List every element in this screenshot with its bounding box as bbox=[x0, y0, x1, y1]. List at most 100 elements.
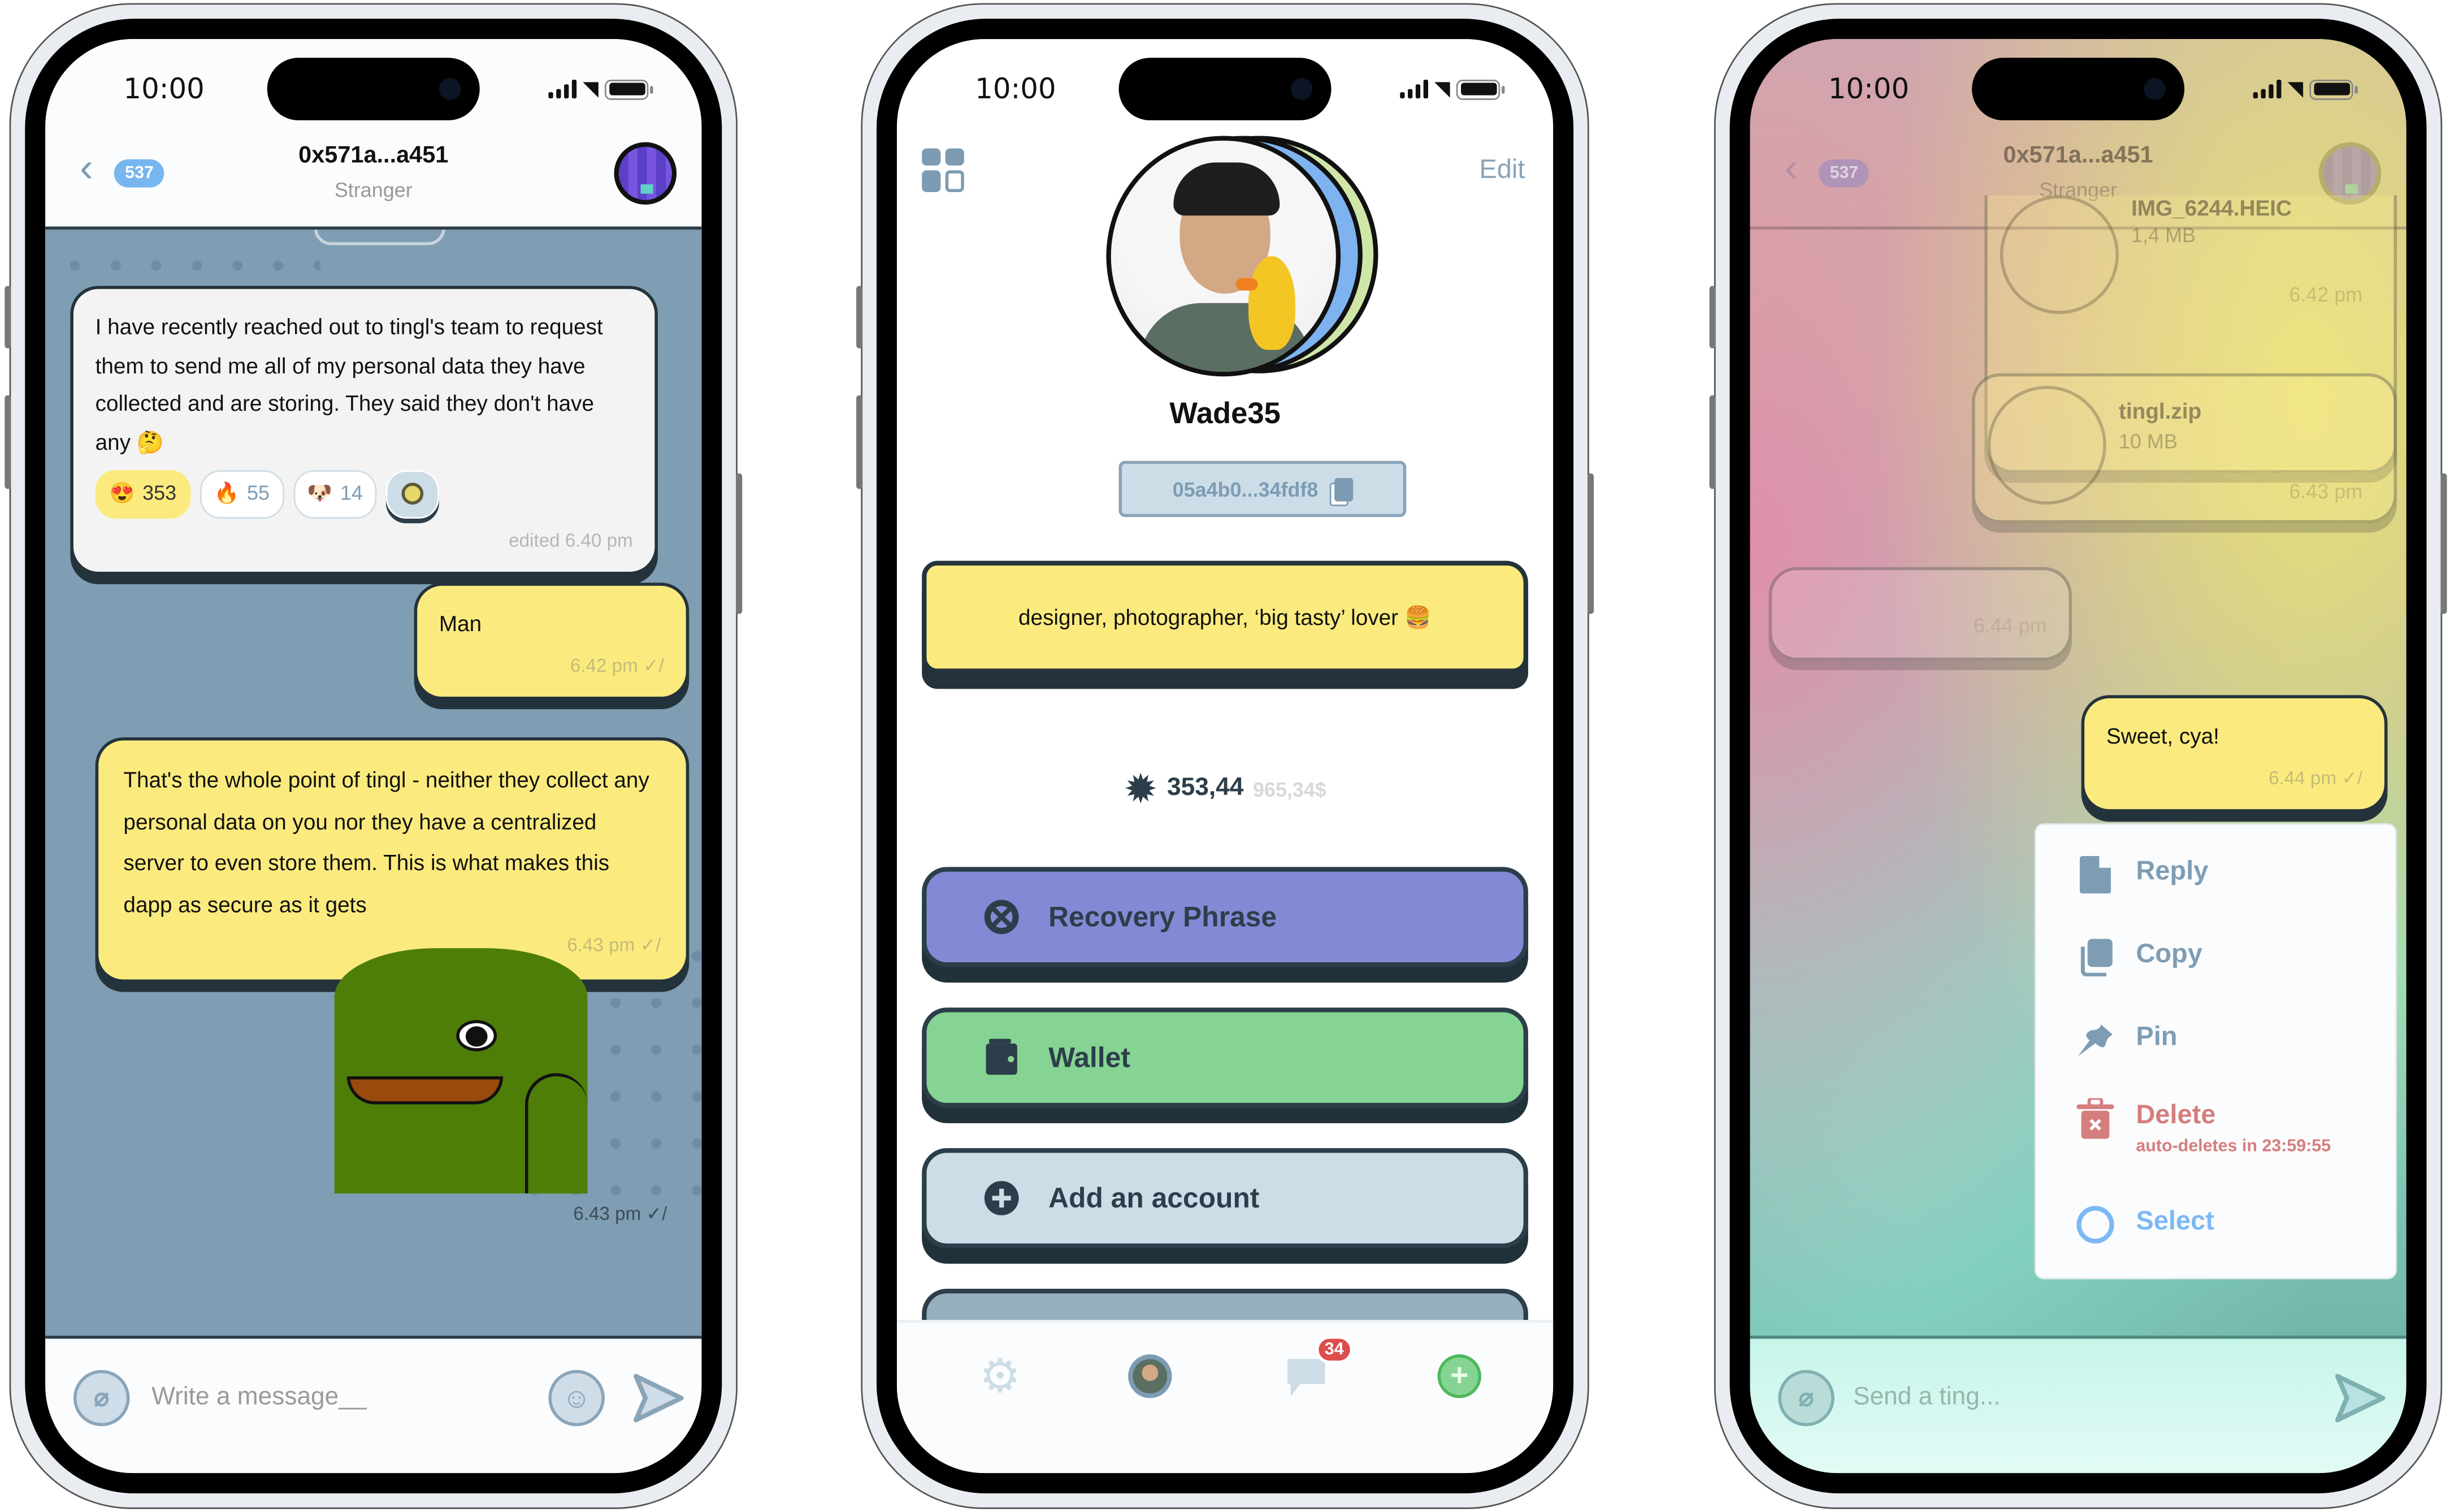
menu-label: Select bbox=[2136, 1206, 2214, 1236]
menu-item-reply[interactable]: Reply bbox=[2076, 856, 2209, 894]
mockup-stage: 10:00 ◥ ‹ 537 0x571a...a451 Stranger I h… bbox=[0, 0, 2450, 1512]
tab-new[interactable]: + bbox=[1434, 1351, 1484, 1401]
phone-context-menu: 10:00 ◥ ‹ 537 0x571a...a451 Stranger IMG… bbox=[1709, 3, 2447, 1509]
plus-circle-icon: + bbox=[1437, 1354, 1481, 1398]
coin-icon bbox=[402, 483, 424, 505]
signal-icon bbox=[1400, 79, 1428, 99]
reaction-fire[interactable]: 🔥 55 bbox=[200, 470, 284, 518]
side-button bbox=[5, 285, 11, 349]
side-button bbox=[1709, 285, 1716, 349]
message-list[interactable]: I have recently reached out to tingl's t… bbox=[45, 229, 702, 1336]
profile-screen: 10:00 ◥ Edit Wade35 05a4b0...34fdf8 desi… bbox=[896, 39, 1554, 1474]
reaction-emoji: 😍 bbox=[109, 481, 135, 505]
profile-avatar[interactable] bbox=[1106, 136, 1381, 377]
phone-chat: 10:00 ◥ ‹ 537 0x571a...a451 Stranger I h… bbox=[5, 3, 743, 1509]
message-outgoing[interactable]: That's the whole point of tingl - neithe… bbox=[95, 737, 690, 982]
message-incoming[interactable]: I have recently reached out to tingl's t… bbox=[70, 285, 658, 575]
add-account-button[interactable]: Add an account bbox=[922, 1148, 1528, 1248]
signal-icon bbox=[548, 79, 577, 99]
avatar-image bbox=[1106, 136, 1341, 377]
read-check-icon: ✓/ bbox=[643, 654, 664, 676]
wifi-icon: ◥ bbox=[2287, 76, 2304, 100]
recovery-phrase-button[interactable]: Recovery Phrase bbox=[922, 867, 1528, 967]
image-thumbnail bbox=[2000, 195, 2119, 314]
read-check-icon: ✓/ bbox=[646, 1202, 667, 1225]
chat-title: 0x571a...a451 bbox=[2003, 142, 2153, 169]
reaction-heart-eyes[interactable]: 😍 353 bbox=[95, 470, 190, 518]
emoji-smile-icon[interactable]: ☺ bbox=[548, 1370, 605, 1427]
message-outgoing[interactable]: Man 6.42 pm ✓/ bbox=[414, 583, 690, 700]
battery-icon bbox=[2309, 79, 2358, 99]
menu-label: Copy bbox=[2136, 939, 2202, 969]
message-input[interactable]: Send a ting... bbox=[1853, 1384, 2001, 1413]
message-time: 6.42 pm bbox=[2289, 283, 2363, 306]
phone-profile: 10:00 ◥ Edit Wade35 05a4b0...34fdf8 desi… bbox=[856, 3, 1594, 1509]
token-star-icon: ✹ bbox=[1124, 765, 1158, 813]
send-icon[interactable] bbox=[630, 1370, 686, 1427]
message-dimmed: 6.44 pm bbox=[1768, 567, 2072, 661]
copy-icon bbox=[2076, 939, 2114, 976]
edit-button[interactable]: Edit bbox=[1479, 155, 1525, 186]
tip-coin-button[interactable] bbox=[386, 470, 440, 518]
menu-item-pin[interactable]: Pin bbox=[2076, 1022, 2177, 1059]
tab-profile[interactable] bbox=[1125, 1351, 1175, 1401]
sticker-pepe[interactable] bbox=[334, 948, 588, 1194]
side-button bbox=[856, 395, 863, 489]
side-button bbox=[1709, 395, 1716, 489]
send-icon[interactable] bbox=[2331, 1370, 2388, 1427]
menu-item-select[interactable]: Select bbox=[2076, 1206, 2214, 1244]
menu-label: Wallet bbox=[1048, 1041, 1130, 1072]
attach-paperclip-icon[interactable]: ⌀ bbox=[73, 1370, 130, 1427]
camera-icon bbox=[1290, 78, 1313, 100]
selected-message[interactable]: Sweet, cya! 6.44 pm ✓/ bbox=[2081, 695, 2388, 813]
chat-title: 0x571a...a451 bbox=[298, 142, 449, 169]
message-text: That's the whole point of tingl - neithe… bbox=[123, 767, 649, 916]
status-time: 10:00 bbox=[1828, 73, 1910, 106]
camera-icon bbox=[2144, 78, 2166, 100]
pushpin-icon bbox=[2076, 1022, 2114, 1059]
apps-grid-icon[interactable] bbox=[922, 148, 965, 193]
reaction-emoji: 🔥 bbox=[214, 481, 240, 505]
tab-bar: ⚙ 34 + bbox=[896, 1320, 1554, 1474]
tab-chats[interactable]: 34 bbox=[1281, 1335, 1354, 1401]
trash-icon bbox=[2076, 1098, 2114, 1139]
message-time: 6.42 pm bbox=[570, 654, 638, 676]
file-size: 10 MB bbox=[2118, 429, 2178, 453]
menu-label: Recovery Phrase bbox=[1048, 900, 1277, 932]
sticker-hand bbox=[524, 1073, 588, 1194]
chat-subtitle: Stranger bbox=[334, 178, 413, 202]
side-button bbox=[856, 285, 863, 349]
battery-icon bbox=[604, 79, 653, 99]
read-check-icon: ✓/ bbox=[640, 934, 661, 956]
menu-item-delete[interactable]: Delete auto-deletes in 23:59:55 bbox=[2076, 1098, 2331, 1156]
chat-screen: 10:00 ◥ ‹ 537 0x571a...a451 Stranger I h… bbox=[45, 39, 702, 1474]
read-check-icon: ✓/ bbox=[2341, 766, 2363, 788]
message-composer: ⌀ Send a ting... bbox=[1750, 1335, 2406, 1474]
profile-avatar-icon bbox=[1128, 1354, 1172, 1398]
sticker-mouth bbox=[346, 1076, 504, 1105]
contact-avatar[interactable] bbox=[614, 142, 677, 205]
side-button bbox=[5, 395, 11, 489]
message-composer: ⌀ Write a message__ ☺ bbox=[45, 1335, 702, 1474]
file-name: IMG_6244.HEIC bbox=[2131, 195, 2292, 220]
plus-circle-icon bbox=[983, 1179, 1020, 1216]
bio-card: designer, photographer, ‘big tasty’ love… bbox=[922, 561, 1528, 674]
fiat-balance: 965,34$ bbox=[1252, 777, 1326, 801]
message-text: Sweet, cya! bbox=[2106, 723, 2219, 749]
message-text: Man bbox=[439, 610, 482, 636]
context-screen: 10:00 ◥ ‹ 537 0x571a...a451 Stranger IMG… bbox=[1750, 39, 2406, 1474]
menu-item-copy[interactable]: Copy bbox=[2076, 939, 2202, 976]
wallet-button[interactable]: Wallet bbox=[922, 1007, 1528, 1108]
side-button bbox=[736, 473, 743, 614]
wallet-address-copy[interactable]: 05a4b0...34fdf8 bbox=[1118, 460, 1407, 518]
camera-icon bbox=[439, 78, 461, 100]
gear-icon: ⚙ bbox=[979, 1350, 1021, 1402]
reaction-dog[interactable]: 🐶 14 bbox=[293, 470, 377, 518]
message-input[interactable]: Write a message__ bbox=[151, 1384, 366, 1413]
message-time: 6.43 pm bbox=[2289, 479, 2363, 503]
tab-settings[interactable]: ⚙ bbox=[975, 1350, 1025, 1402]
message-meta: edited 6.40 pm bbox=[509, 528, 633, 551]
menu-label: Reply bbox=[2136, 856, 2209, 886]
message-time: 6.44 pm bbox=[2269, 766, 2336, 788]
attach-paperclip-icon[interactable]: ⌀ bbox=[1778, 1370, 1835, 1427]
